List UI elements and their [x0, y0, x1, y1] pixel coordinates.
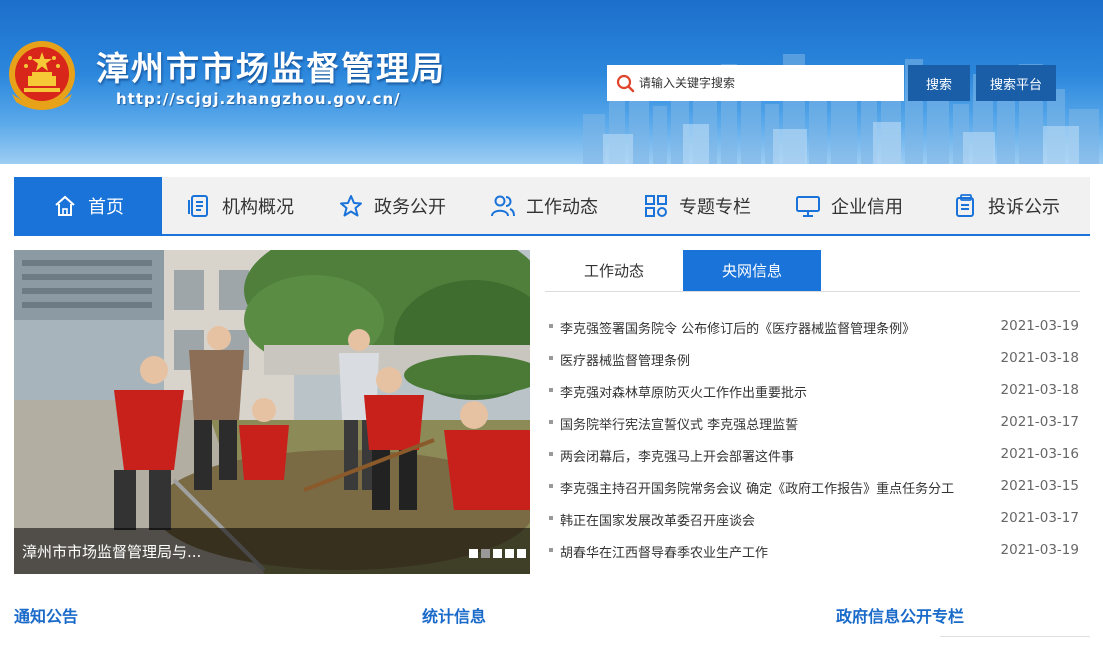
slide-dot[interactable]	[493, 549, 502, 558]
news-title[interactable]: 两会闭幕后，李克强马上开会部署这件事	[560, 446, 794, 465]
banner-caption-text[interactable]: 漳州市市场监督管理局与...	[22, 541, 201, 562]
banner-photo	[14, 250, 530, 574]
news-tabs: 工作动态 央网信息	[545, 250, 1080, 292]
nav-item-label: 首页	[88, 196, 124, 218]
slide-indicators	[469, 549, 526, 558]
slide-dot[interactable]	[505, 549, 514, 558]
nav-item-organization[interactable]: 机构概况	[162, 177, 318, 234]
nav-item-label: 政务公开	[374, 196, 446, 218]
slide-dot[interactable]	[517, 549, 526, 558]
news-title[interactable]: 医疗器械监督管理条例	[560, 350, 690, 369]
nav-item-special-topics[interactable]: 专题专栏	[622, 177, 772, 234]
news-date: 2021-03-15	[1000, 478, 1079, 494]
tab-central-net-info[interactable]: 央网信息	[683, 250, 821, 291]
search-icon	[616, 74, 635, 93]
news-title[interactable]: 国务院举行宪法宣誓仪式 李克强总理监誓	[560, 414, 798, 433]
nav-item-enterprise-credit[interactable]: 企业信用	[772, 177, 926, 234]
bullet-icon	[549, 452, 553, 456]
news-title[interactable]: 李克强主持召开国务院常务会议 确定《政府工作报告》重点任务分工	[560, 478, 954, 497]
home-icon	[55, 195, 75, 216]
bullet-icon	[549, 484, 553, 488]
section-divider	[940, 636, 1090, 637]
section-title-gov-info[interactable]: 政府信息公开专栏	[836, 603, 964, 627]
site-url[interactable]: http://scjgj.zhangzhou.gov.cn/	[116, 90, 401, 108]
news-date: 2021-03-18	[1000, 382, 1079, 398]
news-date: 2021-03-16	[1000, 446, 1079, 462]
search-button[interactable]: 搜索	[908, 65, 970, 101]
bullet-icon	[549, 420, 553, 424]
news-date: 2021-03-19	[1000, 318, 1079, 334]
slide-dot[interactable]	[469, 549, 478, 558]
site-header: 漳州市市场监督管理局 http://scjgj.zhangzhou.gov.cn…	[0, 0, 1103, 164]
bullet-icon	[549, 388, 553, 392]
tab-work-news[interactable]: 工作动态	[545, 250, 683, 291]
nav-item-label: 机构概况	[222, 196, 294, 218]
nav-item-complaints[interactable]: 投诉公示	[926, 177, 1086, 234]
nav-item-label: 工作动态	[526, 196, 598, 218]
city-skyline-decoration	[583, 54, 1099, 164]
list-item[interactable]: 国务院举行宪法宣誓仪式 李克强总理监誓 2021-03-17	[545, 406, 1080, 438]
star-icon	[340, 194, 362, 216]
bullet-icon	[549, 516, 553, 520]
grid-icon	[645, 194, 667, 217]
news-date: 2021-03-19	[1000, 542, 1079, 558]
bullet-icon	[549, 356, 553, 360]
document-list-icon	[188, 194, 208, 217]
news-title[interactable]: 胡春华在江西督导春季农业生产工作	[560, 542, 768, 561]
banner-caption[interactable]: 漳州市市场监督管理局与...	[14, 528, 530, 574]
news-date: 2021-03-17	[1000, 414, 1079, 430]
section-title-statistics[interactable]: 统计信息	[422, 603, 486, 627]
national-emblem-icon	[9, 41, 75, 110]
list-item[interactable]: 李克强对森林草原防灭火工作作出重要批示 2021-03-18	[545, 374, 1080, 406]
nav-item-label: 投诉公示	[988, 196, 1060, 218]
nav-item-label: 企业信用	[831, 196, 903, 218]
list-item[interactable]: 两会闭幕后，李克强马上开会部署这件事 2021-03-16	[545, 438, 1080, 470]
news-title[interactable]: 李克强对森林草原防灭火工作作出重要批示	[560, 382, 807, 401]
nav-item-home[interactable]: 首页	[14, 177, 162, 234]
site-title: 漳州市市场监督管理局	[96, 49, 446, 88]
main-nav: 首页 机构概况 政务公开 工作动态 专题专栏 企业信用 投诉公示	[14, 177, 1090, 236]
section-title-notices[interactable]: 通知公告	[14, 603, 78, 627]
nav-item-government-affairs[interactable]: 政务公开	[318, 177, 466, 234]
nav-item-label: 专题专栏	[679, 196, 751, 218]
banner-slideshow[interactable]: 漳州市市场监督管理局与...	[14, 250, 530, 574]
list-item[interactable]: 李克强主持召开国务院常务会议 确定《政府工作报告》重点任务分工 2021-03-1…	[545, 470, 1080, 502]
list-item[interactable]: 韩正在国家发展改革委召开座谈会 2021-03-17	[545, 502, 1080, 534]
news-title[interactable]: 韩正在国家发展改革委召开座谈会	[560, 510, 755, 529]
news-date: 2021-03-17	[1000, 510, 1079, 526]
news-date: 2021-03-18	[1000, 350, 1079, 366]
users-icon	[491, 195, 515, 216]
search-platform-button[interactable]: 搜索平台	[976, 65, 1056, 101]
news-list: 李克强签署国务院令 公布修订后的《医疗器械监督管理条例》 2021-03-19 医…	[545, 310, 1080, 566]
monitor-icon	[796, 195, 820, 217]
bullet-icon	[549, 324, 553, 328]
list-item[interactable]: 李克强签署国务院令 公布修订后的《医疗器械监督管理条例》 2021-03-19	[545, 310, 1080, 342]
list-item[interactable]: 胡春华在江西督导春季农业生产工作 2021-03-19	[545, 534, 1080, 566]
news-title[interactable]: 李克强签署国务院令 公布修订后的《医疗器械监督管理条例》	[560, 318, 915, 337]
clipboard-icon	[956, 193, 974, 217]
nav-item-work-news[interactable]: 工作动态	[466, 177, 622, 234]
search-box	[607, 65, 904, 101]
slide-dot-active[interactable]	[481, 549, 490, 558]
bullet-icon	[549, 548, 553, 552]
list-item[interactable]: 医疗器械监督管理条例 2021-03-18	[545, 342, 1080, 374]
search-input[interactable]	[639, 76, 889, 90]
